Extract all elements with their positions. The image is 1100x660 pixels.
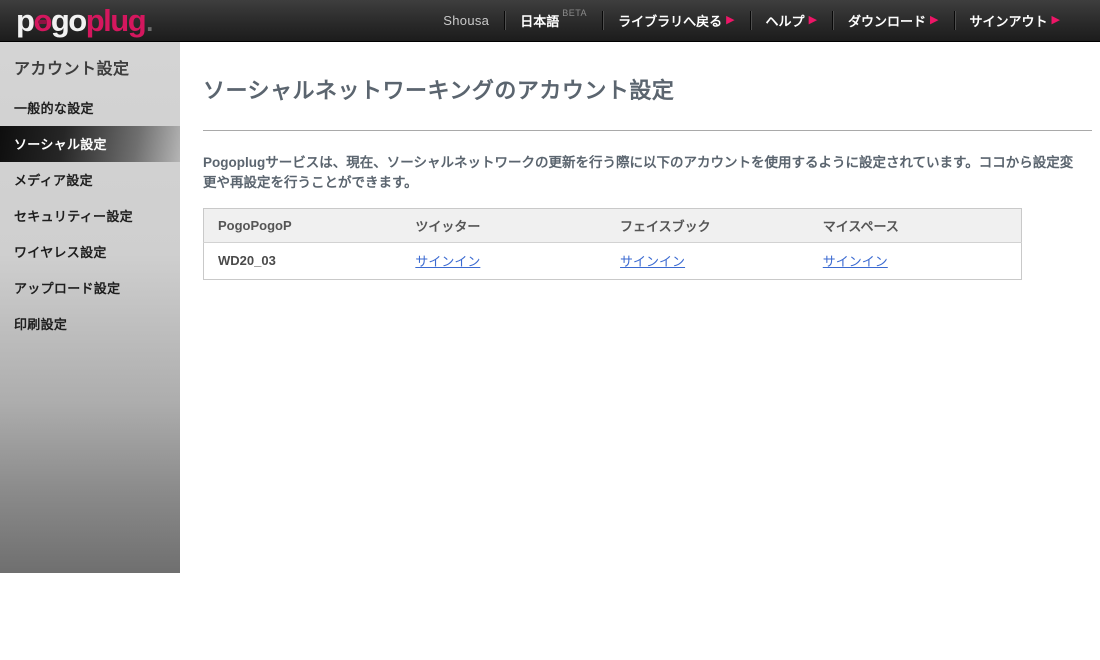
nav-divider — [953, 11, 955, 30]
nav-arrow-icon: ▶ — [930, 14, 939, 26]
sidebar-item-wireless-settings[interactable]: ワイヤレス設定 — [0, 234, 180, 270]
sidebar-item-social-settings[interactable]: ソーシャル設定 — [0, 126, 180, 162]
column-header-facebook: フェイスブック — [606, 208, 809, 243]
title-divider — [203, 130, 1092, 131]
username-link[interactable]: Shousa — [443, 13, 489, 28]
pogoplug-settings-page: p o go plug. Shousa 日本語 BETA ライブラリへ戻る ▶ ヘルプ… — [0, 0, 1100, 660]
settings-sidebar: アカウント設定 一般的な設定 ソーシャル設定 メディア設定 セキュリティー設定 … — [0, 42, 180, 573]
nav-divider — [749, 11, 751, 30]
nav-arrow-icon: ▶ — [726, 14, 735, 26]
logo-text: go — [50, 3, 87, 38]
download-label: ダウンロード — [848, 14, 927, 29]
twitter-sign-in-link[interactable]: サインイン — [415, 254, 480, 269]
social-accounts-table: PogoPogoP ツイッター フェイスブック マイスペース WD20_03 サ… — [203, 208, 1022, 280]
help-label: ヘルプ — [765, 14, 805, 29]
logo-text: plug — [85, 3, 147, 38]
download-link[interactable]: ダウンロード ▶ — [848, 11, 938, 30]
logo-o-icon: o — [33, 3, 52, 38]
facebook-sign-in-link[interactable]: サインイン — [620, 254, 685, 269]
nav-arrow-icon: ▶ — [808, 14, 818, 26]
myspace-sign-in-link[interactable]: サインイン — [823, 254, 888, 269]
main-content: ソーシャルネットワーキングのアカウント設定 Pogoplugサービスは、現在、ソ… — [203, 42, 1092, 280]
language-selector[interactable]: 日本語 BETA — [520, 8, 588, 30]
language-label: 日本語 — [520, 14, 560, 29]
page-title: ソーシャルネットワーキングのアカウント設定 — [203, 78, 675, 103]
table-row: WD20_03 サインイン サインイン サインイン — [203, 242, 1022, 280]
pogoplug-logo[interactable]: p o go plug. — [16, 3, 153, 38]
sidebar-item-security-settings[interactable]: セキュリティー設定 — [0, 198, 180, 234]
sign-out-label: サインアウト — [969, 14, 1048, 29]
nav-divider — [504, 11, 506, 30]
device-name: WD20_03 — [203, 242, 402, 280]
help-link[interactable]: ヘルプ ▶ — [766, 11, 817, 30]
sidebar-title: アカウント設定 — [14, 61, 130, 78]
back-to-library-link[interactable]: ライブラリへ戻る ▶ — [618, 11, 734, 30]
column-header-device: PogoPogoP — [203, 208, 402, 243]
column-header-myspace: マイスペース — [808, 208, 1022, 243]
table-header-row: PogoPogoP ツイッター フェイスブック マイスペース — [203, 208, 1022, 243]
sidebar-item-upload-settings[interactable]: アップロード設定 — [0, 270, 180, 306]
nav-divider — [832, 11, 834, 30]
sidebar-item-general-settings[interactable]: 一般的な設定 — [0, 90, 180, 126]
sidebar-item-print-settings[interactable]: 印刷設定 — [0, 306, 180, 342]
nav-arrow-icon: ▶ — [1051, 14, 1060, 26]
page-description: Pogoplugサービスは、現在、ソーシャルネットワークの更新を行う際に以下のア… — [203, 155, 1074, 190]
top-bar: p o go plug. Shousa 日本語 BETA ライブラリへ戻る ▶ ヘルプ… — [0, 0, 1100, 42]
logo-text: p — [16, 3, 35, 38]
beta-badge: BETA — [562, 8, 588, 18]
sidebar-item-media-settings[interactable]: メディア設定 — [0, 162, 180, 198]
logo-dot: . — [146, 7, 153, 37]
column-header-twitter: ツイッター — [401, 208, 607, 243]
back-to-library-label: ライブラリへ戻る — [618, 14, 723, 29]
top-navigation: Shousa 日本語 BETA ライブラリへ戻る ▶ ヘルプ ▶ ダウンロード … — [443, 0, 1100, 41]
nav-divider — [602, 11, 604, 30]
sign-out-link[interactable]: サインアウト ▶ — [970, 11, 1060, 30]
